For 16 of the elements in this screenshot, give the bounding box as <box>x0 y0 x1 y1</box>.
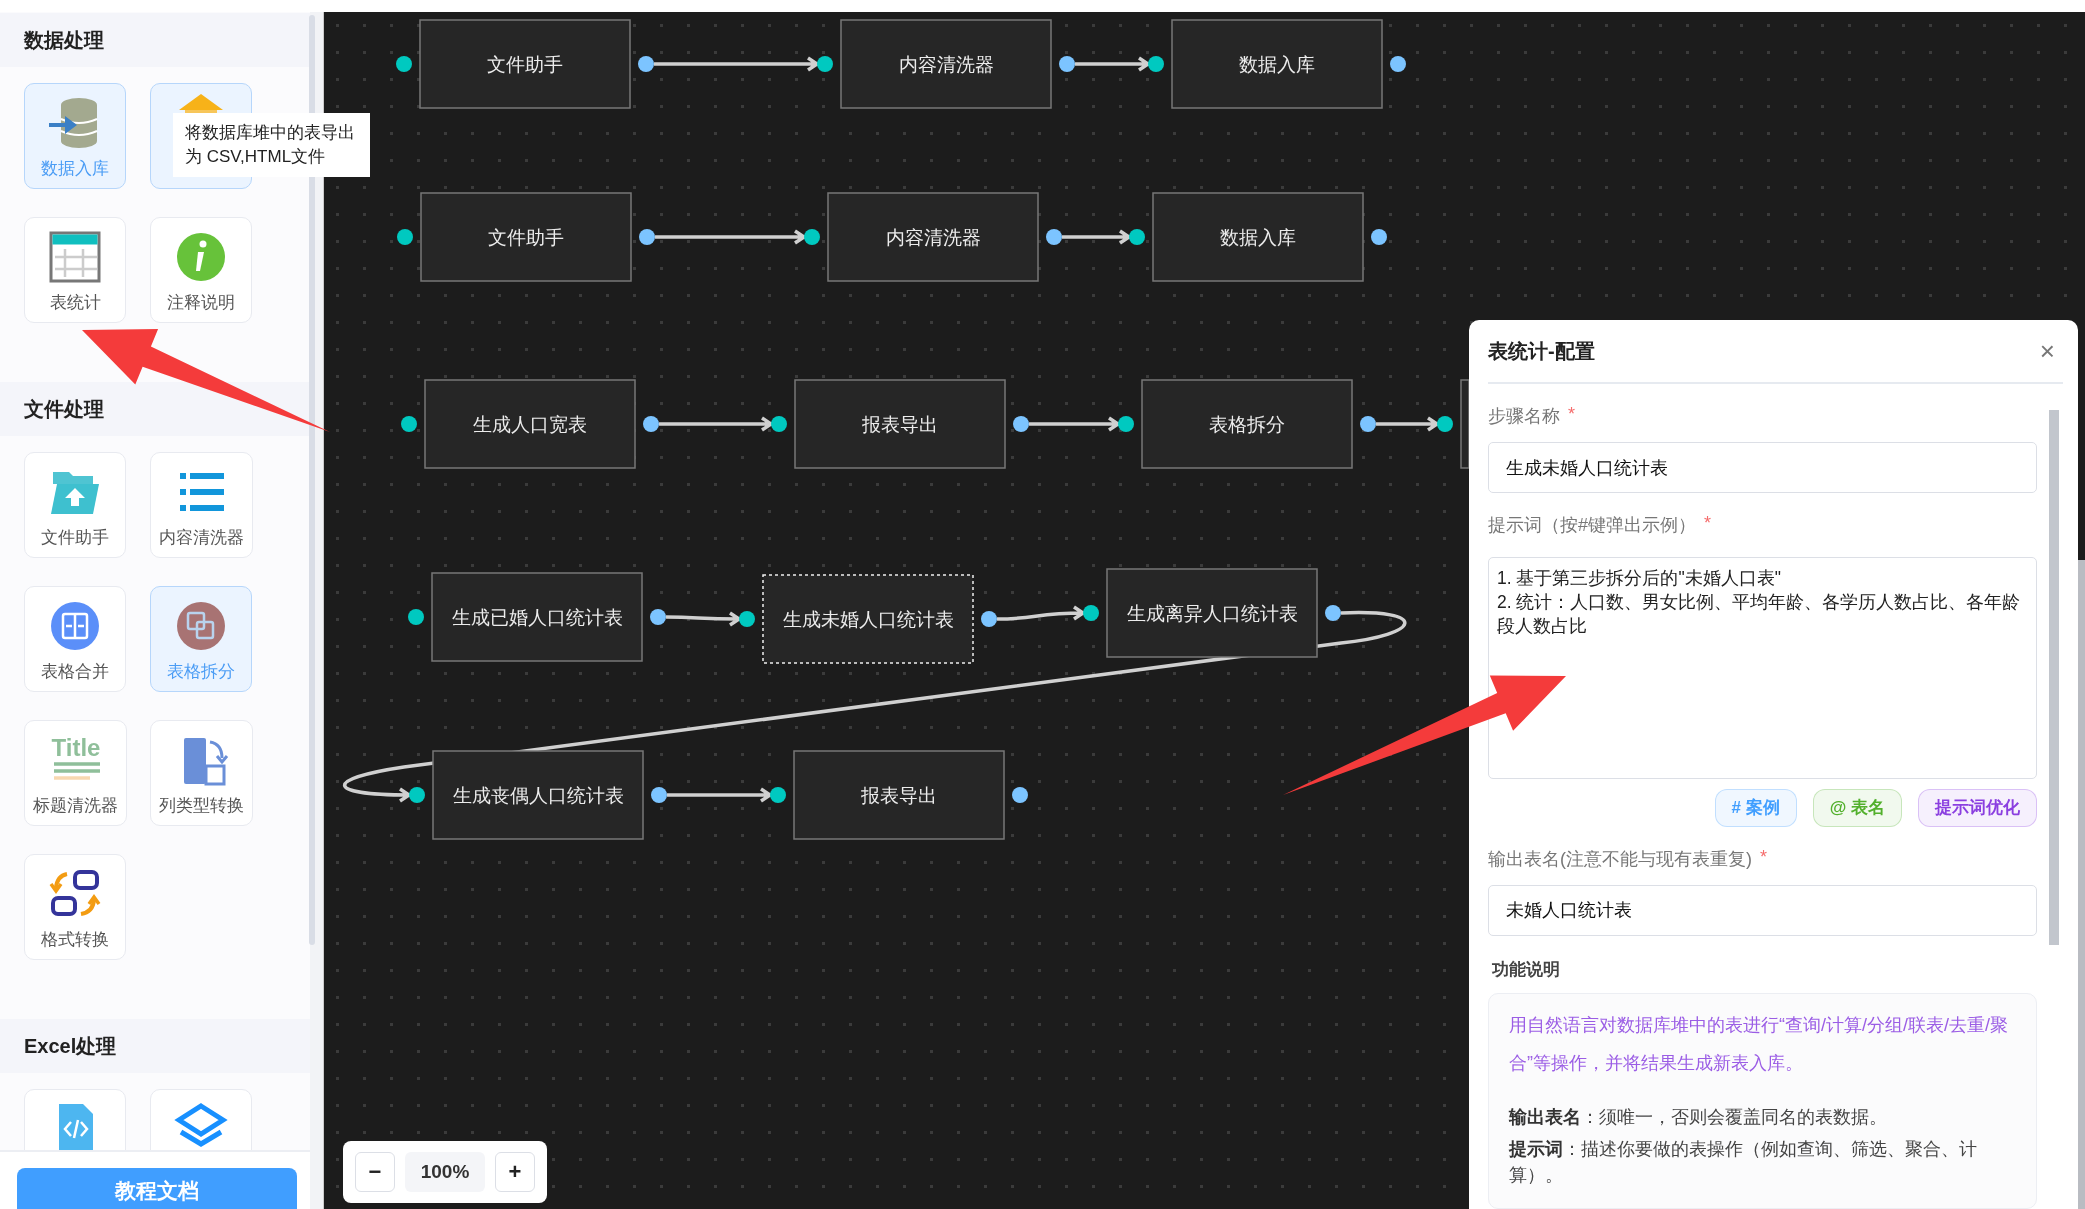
help-text: 输出表名：须唯一，否则会覆盖同名的表数据。 <box>1509 1106 1888 1129</box>
field-label: 步骤名称 <box>1488 405 1560 428</box>
required-mark: * <box>1760 846 1767 869</box>
field-label: 提示词（按#键弹出示例） <box>1488 514 1696 538</box>
tooltip: 将数据库堆中的表导出为 CSV,HTML文件 <box>173 113 371 177</box>
help-title: 功能说明 <box>1492 959 1561 981</box>
help-text: 提示词：描述你要做的表操作（例如查询、筛选、聚合、计算）。 <box>1509 1138 1978 1187</box>
zoom-level: 100% <box>405 1152 485 1192</box>
required-mark: * <box>1568 404 1575 426</box>
section-title: 文件处理 <box>24 396 104 422</box>
required-mark: * <box>1704 513 1712 536</box>
section-title: Excel处理 <box>24 1033 117 1059</box>
section-title: 数据处理 <box>24 27 104 53</box>
field-label: 输出表名(注意不能与现有表重复) <box>1488 847 1752 871</box>
panel-title: 表统计-配置 <box>1488 338 1595 364</box>
help-text: 用自然语言对数据库堆中的表进行“查询/计算/分组/联表/去重/聚合”等操作，并将结果生成新表入库。 <box>1509 1014 2009 1075</box>
